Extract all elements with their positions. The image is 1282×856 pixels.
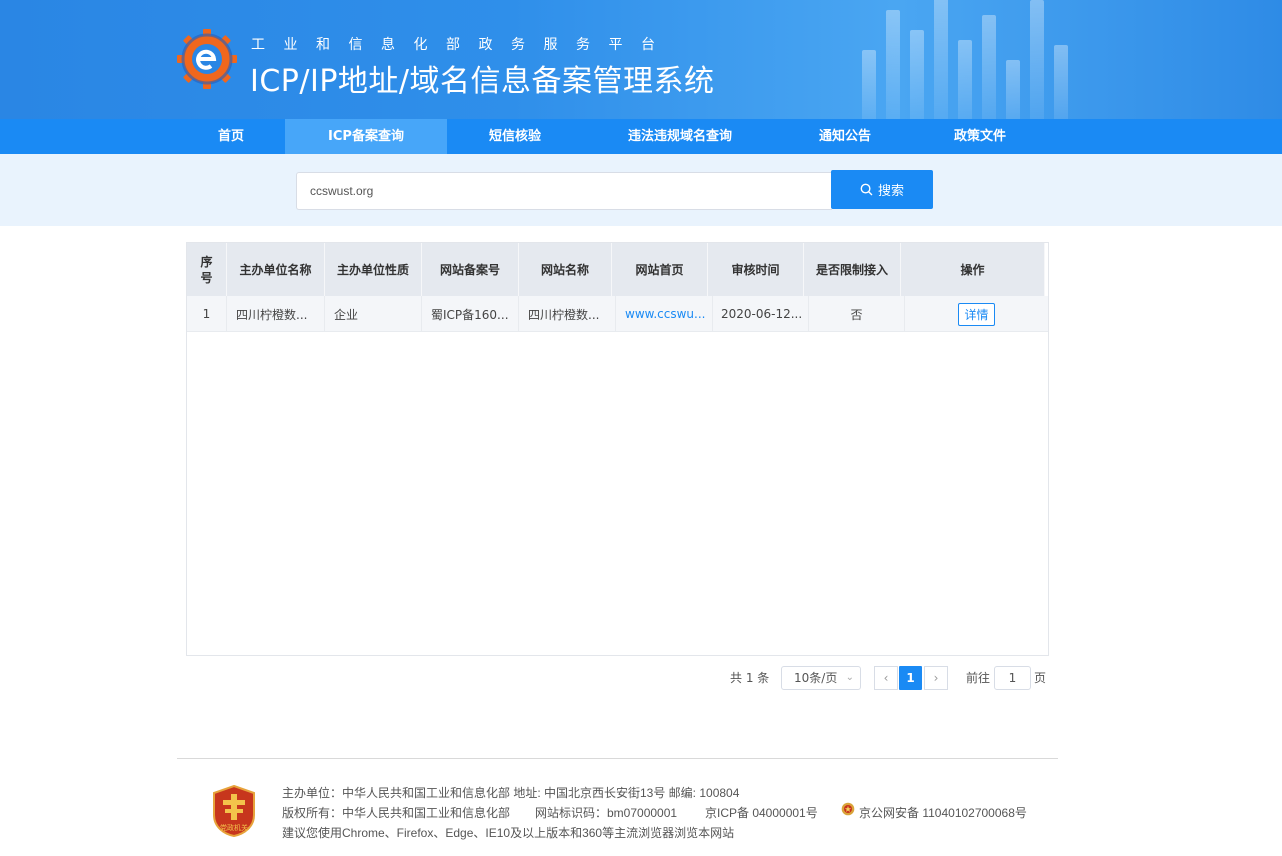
page-suffix-label: 页 [1034,671,1047,685]
next-page-button[interactable]: › [924,666,948,690]
goto-label: 前往 [966,671,991,685]
emblem-text: 党政机关 [220,823,248,832]
column-header-site-name: 网站名称 [519,243,612,296]
column-header-homepage: 网站首页 [612,243,708,296]
cell-org-type: 企业 [325,296,422,332]
header-banner: 工业和信息化部政务服务平台 ICP/IP地址/域名信息备案管理系统 [0,0,1282,119]
detail-button[interactable]: 详情 [958,302,995,326]
goto-page-input[interactable]: 1 [994,666,1031,690]
footer-icp-link[interactable]: 京ICP备 04000001号 [705,804,818,821]
footer-police-record-link[interactable]: 京公网安备 11040102700068号 [859,804,1027,821]
party-government-emblem-icon: 党政机关 [213,785,255,837]
footer-browser-advice: 建议您使用Chrome、Firefox、Edge、IE10及以上版本和360等主… [282,826,735,840]
system-title: ICP/IP地址/域名信息备案管理系统 [250,64,715,99]
search-icon [860,183,873,196]
prev-page-button[interactable]: ‹ [874,666,898,690]
nav-item-policy-files[interactable]: 政策文件 [935,119,1025,154]
footer-copyright: 版权所有：中华人民共和国工业和信息化部 [282,806,511,820]
table-header: 序号 主办单位名称 主办单位性质 网站备案号 网站名称 网站首页 审核时间 是否… [187,243,1045,296]
search-input[interactable] [296,172,832,210]
cell-icp-no: 蜀ICP备160... [422,296,519,332]
nav-item-home[interactable]: 首页 [186,119,276,154]
column-header-org-name: 主办单位名称 [227,243,325,296]
column-header-index: 序号 [187,243,227,296]
chevron-right-icon: › [933,671,939,685]
column-header-restricted: 是否限制接入 [804,243,901,296]
police-badge-icon [841,802,855,816]
nav-item-notices[interactable]: 通知公告 [800,119,890,154]
column-header-audit-time: 审核时间 [708,243,804,296]
chevron-left-icon: ‹ [883,671,889,685]
homepage-link[interactable]: www.ccswu... [625,307,705,321]
cell-site-name: 四川柠橙数... [519,296,616,332]
footer-line-sponsor: 主办单位：中华人民共和国工业和信息化部 地址: 中国北京西长安街13号 邮编: … [282,786,740,800]
cell-homepage[interactable]: www.ccswu... [616,296,713,332]
table-row: 1 四川柠橙数... 企业 蜀ICP备160... 四川柠橙数... www.c… [187,296,1048,332]
search-button[interactable]: 搜索 [831,170,933,209]
cell-action: 详情 [905,296,1048,332]
footer-site-id: 网站标识码：bm07000001 [535,806,678,820]
page-size-select[interactable]: 10条/页 ⌄ [781,666,861,690]
cell-index: 1 [187,296,227,332]
city-decoration [842,0,1162,119]
cell-audit-time: 2020-06-12... [713,296,809,332]
main-nav: 首页 ICP备案查询 短信核验 违法违规域名查询 通知公告 政策文件 [0,119,1282,154]
cell-restricted: 否 [809,296,905,332]
page-number-current[interactable]: 1 [899,666,922,690]
platform-subtitle: 工业和信息化部政务服务平台 [251,37,674,53]
gear-e-logo-icon [177,29,237,89]
chevron-down-icon: ⌄ [845,672,854,683]
footer-divider [177,758,1058,759]
pagination-total: 共 1 条 [730,671,770,685]
nav-item-icp-query[interactable]: ICP备案查询 [285,119,447,154]
column-header-org-type: 主办单位性质 [325,243,422,296]
page-size-value: 10条/页 [794,671,838,685]
results-table: 序号 主办单位名称 主办单位性质 网站备案号 网站名称 网站首页 审核时间 是否… [186,242,1049,656]
column-header-action: 操作 [901,243,1045,296]
nav-item-illegal-domain-query[interactable]: 违法违规域名查询 [605,119,755,154]
search-button-label: 搜索 [877,184,904,199]
column-header-icp-no: 网站备案号 [422,243,519,296]
nav-item-sms-verify[interactable]: 短信核验 [460,119,570,154]
cell-org-name: 四川柠橙数... [227,296,325,332]
